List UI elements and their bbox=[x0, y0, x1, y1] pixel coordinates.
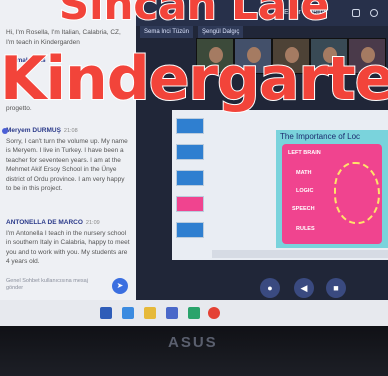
taskbar bbox=[0, 300, 388, 326]
chat-author-name: Meryem DURMUŞ bbox=[6, 127, 61, 134]
avatar bbox=[2, 128, 8, 134]
overlay-title-line-1: Sincan Lale bbox=[58, 0, 330, 30]
edge-icon[interactable] bbox=[122, 307, 134, 319]
slide-title: The Importance of Loc bbox=[280, 132, 361, 141]
brain-illustration bbox=[334, 162, 380, 224]
mic-button[interactable]: ● bbox=[260, 278, 280, 298]
slide-thumbnail[interactable] bbox=[176, 196, 204, 212]
video-camera-icon: ■ bbox=[333, 283, 339, 293]
overlay-title-line-2: Kindergarten bbox=[0, 43, 388, 115]
chat-message: Meryem DURMUŞ 21:08 Sorry, I can't turn t… bbox=[2, 126, 130, 194]
slide-thumbnail[interactable] bbox=[176, 170, 204, 186]
current-slide: The Importance of Loc LEFT BRAIN MATH LO… bbox=[276, 130, 388, 248]
chat-author: Meryem DURMUŞ 21:08 bbox=[6, 126, 130, 137]
camera-button[interactable]: ■ bbox=[326, 278, 346, 298]
slide-label: RULES bbox=[296, 226, 315, 232]
slide-thumbnail[interactable] bbox=[176, 222, 204, 238]
folder-icon[interactable] bbox=[144, 307, 156, 319]
send-button[interactable]: ➤ bbox=[112, 278, 128, 294]
slide-panel: LEFT BRAIN MATH LOGIC SPEECH RULES bbox=[282, 144, 382, 244]
chat-author-name: ANTONELLA DE MARCO bbox=[6, 219, 83, 226]
chat-time: 21:08 bbox=[63, 128, 78, 134]
chat-message-text: I'm Antonella I teach in the nursery sch… bbox=[6, 229, 130, 266]
task-view-icon[interactable] bbox=[100, 307, 112, 319]
store-icon[interactable] bbox=[166, 307, 178, 319]
app-icon[interactable] bbox=[188, 307, 200, 319]
slide-status-bar bbox=[212, 250, 388, 258]
audio-button[interactable]: ◀ bbox=[294, 278, 314, 298]
laptop-brand-logo: ASUS bbox=[168, 334, 218, 351]
chat-time: 21:09 bbox=[85, 220, 100, 226]
chat-message: ANTONELLA DE MARCO 21:09 I'm Antonella I … bbox=[6, 218, 130, 267]
chat-input[interactable]: Genel Sohbet kullanıcısına mesaj gönder bbox=[6, 278, 106, 294]
mic-icon: ● bbox=[267, 283, 273, 293]
chat-author: ANTONELLA DE MARCO 21:09 bbox=[6, 218, 130, 229]
slide-label: LEFT BRAIN bbox=[288, 150, 321, 156]
chat-message-text: Sorry, I can't turn the volume up. My na… bbox=[6, 137, 128, 193]
slide-label: LOGIC bbox=[296, 188, 314, 194]
shared-screen: The Importance of Loc LEFT BRAIN MATH LO… bbox=[172, 110, 388, 260]
speaker-icon: ◀ bbox=[300, 283, 308, 293]
slide-thumbnail[interactable] bbox=[176, 118, 204, 134]
slide-thumbnails bbox=[176, 118, 206, 258]
slide-thumbnail[interactable] bbox=[176, 144, 204, 160]
chrome-icon[interactable] bbox=[208, 307, 220, 319]
photo-of-laptop-screen: Hi, I'm Rosella, I'm Italian, Calabria, … bbox=[0, 0, 388, 376]
meeting-controls: ● ◀ ■ bbox=[236, 278, 388, 298]
slide-label: SPEECH bbox=[292, 206, 315, 212]
send-icon: ➤ bbox=[116, 281, 124, 290]
slide-label: MATH bbox=[296, 170, 312, 176]
